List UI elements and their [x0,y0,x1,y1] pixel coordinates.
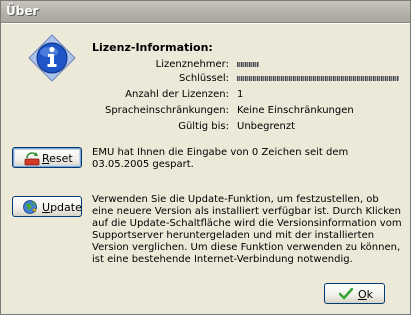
valid-until-value: Unbegrenzt [237,121,296,132]
update-description: Verwenden Sie die Update-Funktion, um fe… [92,194,402,265]
update-button-label: Update [42,201,82,214]
reset-button-label: Reset [42,152,73,165]
ok-button[interactable]: Ok [324,283,385,304]
checkmark-icon [339,288,353,300]
valid-until-label: Gültig bis: [178,121,229,132]
reset-description: EMU hat Ihnen die Eingabe von 0 Zeichen … [92,147,349,170]
licensee-value [237,62,259,67]
license-count-label: Anzahl der Lizenzen: [125,89,229,100]
update-globe-icon [23,200,37,214]
window-title: Über [6,4,39,18]
license-heading: Lizenz-Information: [92,41,213,54]
key-label: Schlüssel: [178,73,229,84]
ok-button-label: Ok [358,288,374,301]
reset-button[interactable]: Reset [12,147,82,168]
update-button[interactable]: Update [12,196,82,217]
reset-icon [24,152,40,166]
license-count-value: 1 [237,89,244,100]
title-bar[interactable]: Über [1,1,410,23]
licensee-label: Lizenznehmer: [155,59,229,70]
about-dialog: Über Lizenz-Information: Lizenznehmer: S… [0,0,411,315]
info-icon [28,34,76,82]
language-restrictions-value: Keine Einschränkungen [237,105,354,116]
language-restrictions-label: Spracheinschränkungen: [104,105,229,116]
key-value [237,76,399,81]
